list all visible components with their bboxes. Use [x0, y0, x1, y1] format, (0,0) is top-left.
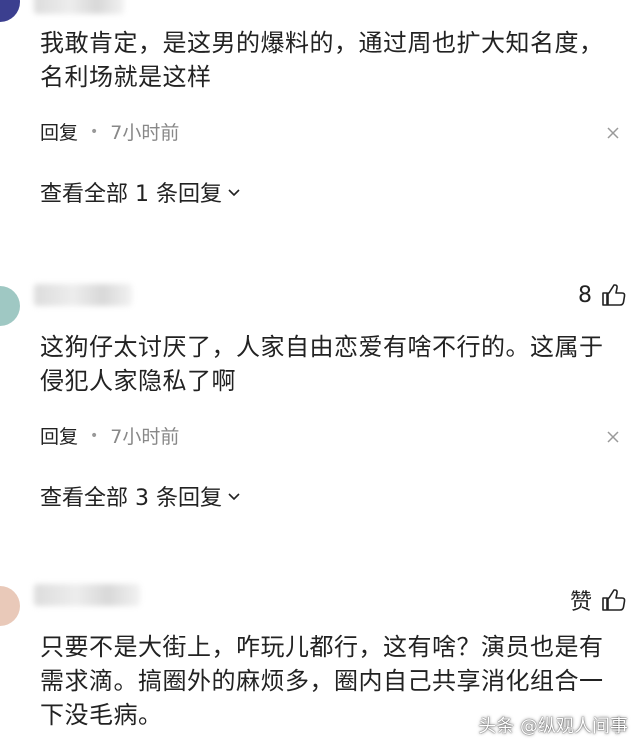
comment-text: 这狗仔太讨厌了，人家自由恋爱有啥不行的。这属于侵犯人家隐私了啊 — [40, 333, 604, 395]
username-blurred[interactable] — [34, 284, 132, 306]
avatar[interactable] — [0, 0, 20, 22]
view-all-replies-button[interactable]: 查看全部 3 条回复 — [40, 480, 242, 512]
chevron-down-icon — [228, 493, 240, 501]
like-button[interactable]: 8 — [578, 282, 626, 308]
avatar[interactable] — [0, 586, 20, 626]
comment-meta: 回复 • 7小时前 — [40, 422, 179, 449]
close-icon[interactable] — [606, 430, 620, 444]
thumbs-up-icon — [602, 284, 626, 306]
like-label: 赞 — [569, 590, 592, 615]
view-all-replies-label: 查看全部 3 条回复 — [40, 486, 222, 511]
reply-button[interactable]: 回复 — [40, 118, 78, 145]
comment-2: 8 这狗仔太讨厌了，人家自由恋爱有啥不行的。这属于侵犯人家隐私了啊 回复 • 7… — [0, 280, 640, 530]
username-blurred[interactable] — [34, 0, 124, 14]
view-all-replies-button[interactable]: 查看全部 1 条回复 — [40, 176, 242, 208]
username-blurred[interactable] — [34, 584, 140, 606]
comment-1: 我敢肯定，是这男的爆料的，通过周也扩大知名度，名利场就是这样 回复 • 7小时前… — [0, 0, 640, 240]
avatar[interactable] — [0, 286, 20, 326]
reply-button[interactable]: 回复 — [40, 422, 78, 449]
like-count: 8 — [578, 282, 592, 308]
timestamp: 7小时前 — [110, 426, 180, 448]
chevron-down-icon — [228, 189, 240, 197]
view-all-replies-label: 查看全部 1 条回复 — [40, 182, 222, 207]
comment-text: 我敢肯定，是这男的爆料的，通过周也扩大知名度，名利场就是这样 — [40, 29, 604, 91]
watermark: 头条 @纵观人间事 — [478, 716, 628, 737]
close-icon[interactable] — [606, 126, 620, 140]
comment-meta: 回复 • 7小时前 — [40, 118, 179, 145]
separator-dot: • — [90, 427, 99, 444]
like-button[interactable]: 赞 — [570, 584, 626, 616]
separator-dot: • — [90, 123, 99, 140]
timestamp: 7小时前 — [110, 122, 180, 144]
thumbs-up-icon — [602, 589, 626, 611]
